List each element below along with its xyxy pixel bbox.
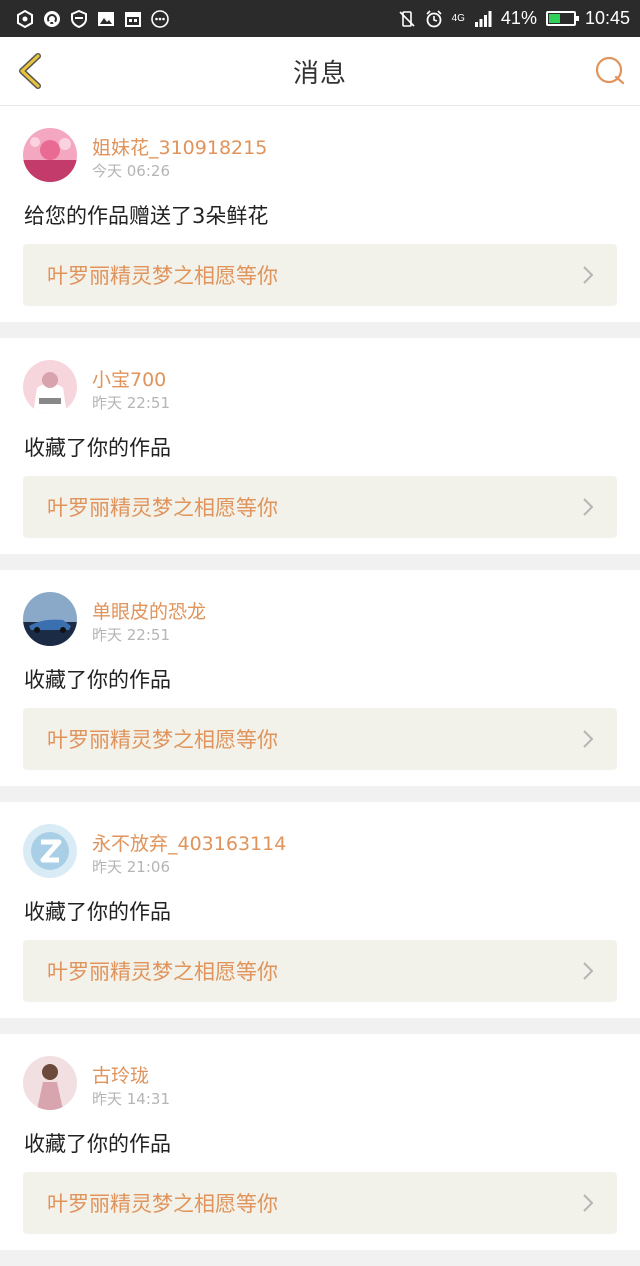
username[interactable]: 姐妹花_310918215 bbox=[92, 133, 267, 160]
timestamp: 昨天 22:51 bbox=[92, 394, 170, 412]
chevron-right-icon bbox=[583, 962, 594, 980]
message-text: 收藏了你的作品 bbox=[24, 1132, 171, 1156]
alarm-icon bbox=[426, 9, 442, 27]
message-list: 姐妹花_310918215 今天 06:26 给您的作品赠送了3朵鲜花 叶罗丽精… bbox=[0, 106, 640, 1266]
work-link[interactable]: 叶罗丽精灵梦之相愿等你 bbox=[23, 1172, 617, 1234]
message-item[interactable]: 古玲珑 昨天 14:31 收藏了你的作品 叶罗丽精灵梦之相愿等你 bbox=[0, 1034, 640, 1250]
username[interactable]: 单眼皮的恐龙 bbox=[92, 597, 206, 624]
chevron-right-icon bbox=[583, 498, 594, 516]
message-text: 给您的作品赠送了3朵鲜花 bbox=[24, 204, 269, 228]
image-icon bbox=[98, 11, 114, 26]
calendar-icon bbox=[125, 11, 141, 27]
work-title: 叶罗丽精灵梦之相愿等你 bbox=[47, 728, 278, 752]
message-item[interactable]: 小宝700 昨天 22:51 收藏了你的作品 叶罗丽精灵梦之相愿等你 bbox=[0, 338, 640, 554]
work-title: 叶罗丽精灵梦之相愿等你 bbox=[47, 960, 278, 984]
work-link[interactable]: 叶罗丽精灵梦之相愿等你 bbox=[23, 940, 617, 1002]
message-item[interactable]: 姐妹花_310918215 今天 06:26 给您的作品赠送了3朵鲜花 叶罗丽精… bbox=[0, 106, 640, 322]
nav-header: 消息 bbox=[0, 37, 640, 106]
message-text: 收藏了你的作品 bbox=[24, 668, 171, 692]
chevron-right-icon bbox=[583, 1194, 594, 1212]
timestamp: 今天 06:26 bbox=[92, 162, 170, 180]
chevron-right-icon bbox=[583, 730, 594, 748]
more-icon bbox=[151, 9, 169, 28]
username[interactable]: 小宝700 bbox=[92, 365, 166, 392]
work-title: 叶罗丽精灵梦之相愿等你 bbox=[47, 496, 278, 520]
work-link[interactable]: 叶罗丽精灵梦之相愿等你 bbox=[23, 708, 617, 770]
message-text: 收藏了你的作品 bbox=[24, 900, 171, 924]
message-item[interactable]: 单眼皮的恐龙 昨天 22:51 收藏了你的作品 叶罗丽精灵梦之相愿等你 bbox=[0, 570, 640, 786]
username[interactable]: 古玲珑 bbox=[92, 1061, 149, 1088]
work-link[interactable]: 叶罗丽精灵梦之相愿等你 bbox=[23, 476, 617, 538]
back-button[interactable] bbox=[12, 51, 52, 91]
status-bar-notifications bbox=[16, 9, 169, 28]
search-button[interactable] bbox=[592, 53, 628, 89]
clock: 10:45 bbox=[584, 8, 630, 28]
work-title: 叶罗丽精灵梦之相愿等你 bbox=[47, 264, 278, 288]
avatar[interactable] bbox=[23, 592, 77, 646]
avatar[interactable] bbox=[23, 360, 77, 414]
message-item[interactable]: 永不放弃_403163114 昨天 21:06 收藏了你的作品 叶罗丽精灵梦之相… bbox=[0, 802, 640, 1018]
username[interactable]: 永不放弃_403163114 bbox=[92, 829, 286, 856]
avatar[interactable] bbox=[23, 824, 77, 878]
message-text: 收藏了你的作品 bbox=[24, 436, 171, 460]
avatar[interactable] bbox=[23, 128, 77, 182]
network-type: 4G bbox=[451, 13, 465, 24]
status-bar-system: 4G 41% 10:45 bbox=[398, 8, 630, 29]
battery-icon bbox=[545, 11, 579, 26]
hexagon-icon bbox=[17, 9, 33, 28]
work-title: 叶罗丽精灵梦之相愿等你 bbox=[47, 1192, 278, 1216]
timestamp: 昨天 21:06 bbox=[92, 858, 170, 876]
timestamp: 昨天 14:31 bbox=[92, 1090, 170, 1108]
page-title: 消息 bbox=[292, 58, 347, 89]
chevron-right-icon bbox=[583, 266, 594, 284]
timestamp: 昨天 22:51 bbox=[92, 626, 170, 644]
signal-icon bbox=[474, 10, 492, 27]
work-link[interactable]: 叶罗丽精灵梦之相愿等你 bbox=[23, 244, 617, 306]
status-bar: 4G 41% 10:45 bbox=[0, 0, 640, 37]
avatar[interactable] bbox=[23, 1056, 77, 1110]
chevron-left-icon bbox=[19, 53, 41, 89]
shield-icon bbox=[71, 9, 87, 28]
sync-icon bbox=[44, 10, 60, 27]
vibrate-off-icon bbox=[399, 10, 415, 27]
battery-percent: 41% bbox=[500, 8, 537, 28]
